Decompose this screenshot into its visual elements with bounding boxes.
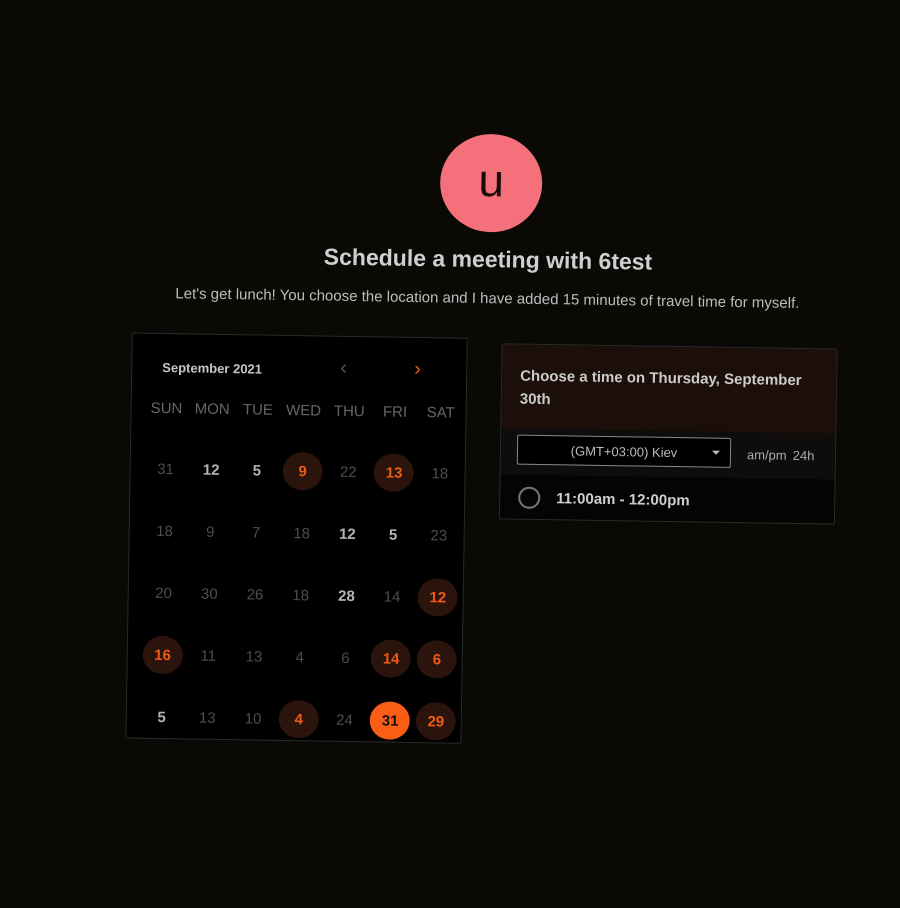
day-cell: 22: [325, 441, 372, 504]
day-cell: 28: [323, 565, 370, 628]
day-cell: 12: [324, 503, 371, 566]
day-cell[interactable]: 9: [279, 440, 326, 503]
ampm-toggle[interactable]: am/pm: [747, 447, 787, 463]
weekday-label: TUE: [242, 401, 274, 419]
day-number: 13: [373, 453, 415, 492]
day-cell[interactable]: 13: [371, 441, 418, 504]
day-number: 18: [431, 464, 449, 483]
day-selected[interactable]: 31: [367, 689, 414, 752]
day-cell: 24: [321, 689, 368, 752]
day-number: 31: [157, 460, 174, 478]
day-number: 31: [369, 701, 411, 740]
day-number: 9: [282, 451, 323, 491]
day-number: 26: [246, 585, 264, 604]
day-number: 4: [295, 648, 305, 666]
weekday-header: SUN MON TUE WED THU FRI SAT: [143, 400, 463, 422]
day-cell: 20: [140, 562, 187, 625]
day-cell: 6: [322, 627, 369, 690]
day-cell: 11: [185, 624, 232, 687]
time-panel: Choose a time on Thursday, September 30t…: [498, 343, 838, 525]
time-slot[interactable]: 11:00am - 12:00pm: [518, 486, 690, 512]
day-number: 14: [383, 588, 401, 606]
day-cell: 13: [231, 625, 278, 688]
day-number: 6: [416, 640, 458, 679]
day-number: 4: [278, 699, 320, 739]
timezone-value: (GMT+03:00) Kiev: [570, 442, 678, 460]
day-number: 13: [198, 709, 216, 727]
day-grid: 31 12 5 9 22 13 18 18 9 7 18 12 5 23 20 30 26 18 28 14 12 16 1…: [138, 438, 463, 753]
day-number: 23: [430, 526, 448, 544]
avatar: u: [439, 133, 543, 233]
day-cell[interactable]: 12: [414, 566, 461, 629]
day-number: 30: [200, 585, 218, 603]
day-number: 18: [156, 522, 174, 540]
day-cell[interactable]: 29: [413, 690, 460, 753]
day-number: 11: [200, 647, 217, 665]
day-number: 5: [157, 708, 166, 726]
day-cell: 30: [186, 562, 233, 625]
page-title: Schedule a meeting with 6test: [323, 243, 653, 275]
day-number: 12: [338, 525, 356, 543]
timezone-select[interactable]: (GMT+03:00) Kiev: [516, 434, 732, 468]
day-cell[interactable]: 14: [368, 627, 415, 690]
weekday-label: SAT: [426, 404, 455, 422]
day-cell: 7: [233, 501, 280, 564]
day-cell[interactable]: 6: [414, 628, 461, 691]
time-slot-label: 11:00am - 12:00pm: [556, 489, 690, 509]
caret-down-icon: [711, 450, 721, 455]
day-number: 18: [292, 586, 310, 604]
day-number: 14: [370, 639, 412, 678]
day-cell: 9: [187, 500, 234, 563]
day-number: 5: [388, 526, 398, 544]
weekday-label: SUN: [150, 399, 183, 418]
day-number: 18: [293, 524, 311, 542]
day-cell[interactable]: 16: [139, 624, 186, 687]
day-number: 28: [337, 587, 355, 605]
day-cell: 18: [141, 500, 188, 563]
weekday-label: WED: [285, 401, 322, 420]
day-cell: 14: [369, 565, 416, 628]
day-cell[interactable]: 4: [275, 688, 322, 751]
day-number: 12: [417, 578, 459, 617]
day-cell: 26: [232, 563, 279, 626]
day-number: 16: [142, 635, 183, 675]
day-number: 20: [155, 584, 173, 602]
day-number: 10: [244, 709, 262, 728]
day-number: 5: [252, 461, 262, 480]
page-subtitle: Let's get lunch! You choose the location…: [175, 285, 800, 312]
day-cell: 10: [230, 687, 277, 750]
day-cell: 5: [138, 686, 185, 749]
time-panel-heading: Choose a time on Thursday, September 30t…: [501, 344, 837, 434]
day-cell: 18: [278, 502, 325, 565]
day-cell: 18: [277, 564, 324, 627]
weekday-label: THU: [333, 402, 365, 421]
weekday-label: FRI: [382, 403, 408, 421]
chevron-left-icon[interactable]: ‹: [340, 357, 347, 380]
radio-icon[interactable]: [518, 486, 541, 509]
day-number: 12: [202, 461, 220, 479]
chevron-right-icon[interactable]: ›: [414, 358, 421, 381]
day-number: 22: [339, 463, 357, 481]
weekday-label: MON: [194, 400, 230, 419]
day-cell: 18: [416, 442, 463, 505]
calendar: September 2021 ‹ › SUN MON TUE WED THU FRI SAT…: [125, 332, 468, 744]
day-number: 6: [341, 649, 350, 667]
day-cell: 13: [184, 686, 231, 749]
day-number: 24: [335, 711, 353, 729]
day-cell: 5: [234, 439, 281, 502]
24h-toggle[interactable]: 24h: [793, 448, 815, 463]
day-cell: 5: [370, 503, 417, 566]
day-cell: 4: [276, 626, 323, 689]
day-cell: 12: [188, 438, 235, 501]
day-cell: 31: [142, 438, 189, 501]
day-cell: 23: [415, 504, 462, 567]
day-number: 13: [245, 647, 263, 666]
day-number: 7: [251, 523, 261, 542]
day-number: 9: [205, 523, 215, 541]
month-label: September 2021: [162, 359, 263, 377]
day-number: 29: [415, 702, 457, 741]
